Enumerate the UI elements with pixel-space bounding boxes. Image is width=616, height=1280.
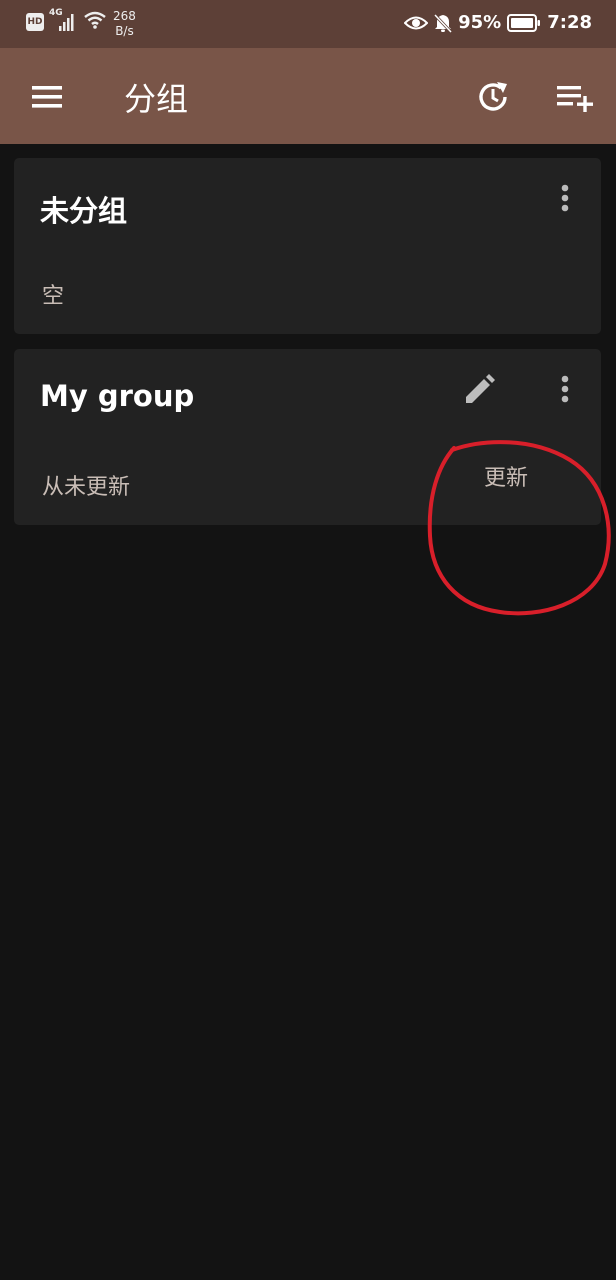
status-right-icons: 95% 7:28 xyxy=(404,12,592,33)
battery-percent: 95% xyxy=(458,12,502,33)
hd-badge: HD xyxy=(26,13,44,31)
wifi-icon xyxy=(83,10,107,34)
network-speed: 268 B/s xyxy=(113,9,136,39)
network-speed-value: 268 xyxy=(113,9,136,23)
group-title: 未分组 xyxy=(40,194,128,228)
refresh-clock-icon[interactable] xyxy=(474,78,512,116)
group-title: My group xyxy=(40,379,195,413)
app-toolbar: 分组 xyxy=(0,48,616,144)
network-speed-unit: B/s xyxy=(115,24,134,38)
group-card-ungrouped[interactable]: 未分组 空 xyxy=(14,158,601,334)
page-title: 分组 xyxy=(124,80,189,118)
playlist-add-icon[interactable] xyxy=(555,80,595,114)
more-options-icon[interactable] xyxy=(557,373,573,409)
update-button[interactable]: 更新 xyxy=(470,459,542,499)
group-status: 从未更新 xyxy=(42,475,131,500)
more-options-icon[interactable] xyxy=(557,182,573,218)
mute-bell-icon xyxy=(433,13,453,33)
hamburger-menu-icon[interactable] xyxy=(30,80,66,112)
edit-pencil-icon[interactable] xyxy=(462,371,498,407)
status-left-icons: HD 4G xyxy=(26,8,107,34)
battery-icon xyxy=(507,13,541,32)
clock-time: 7:28 xyxy=(547,12,592,33)
group-card-my-group[interactable]: My group 从未更新 更新 xyxy=(14,349,601,525)
signal-4g-icon: 4G xyxy=(49,8,77,33)
eye-icon xyxy=(404,14,429,32)
group-status: 空 xyxy=(42,284,65,309)
status-bar: HD 4G 268 B/s 95% 7:28 xyxy=(0,0,616,48)
